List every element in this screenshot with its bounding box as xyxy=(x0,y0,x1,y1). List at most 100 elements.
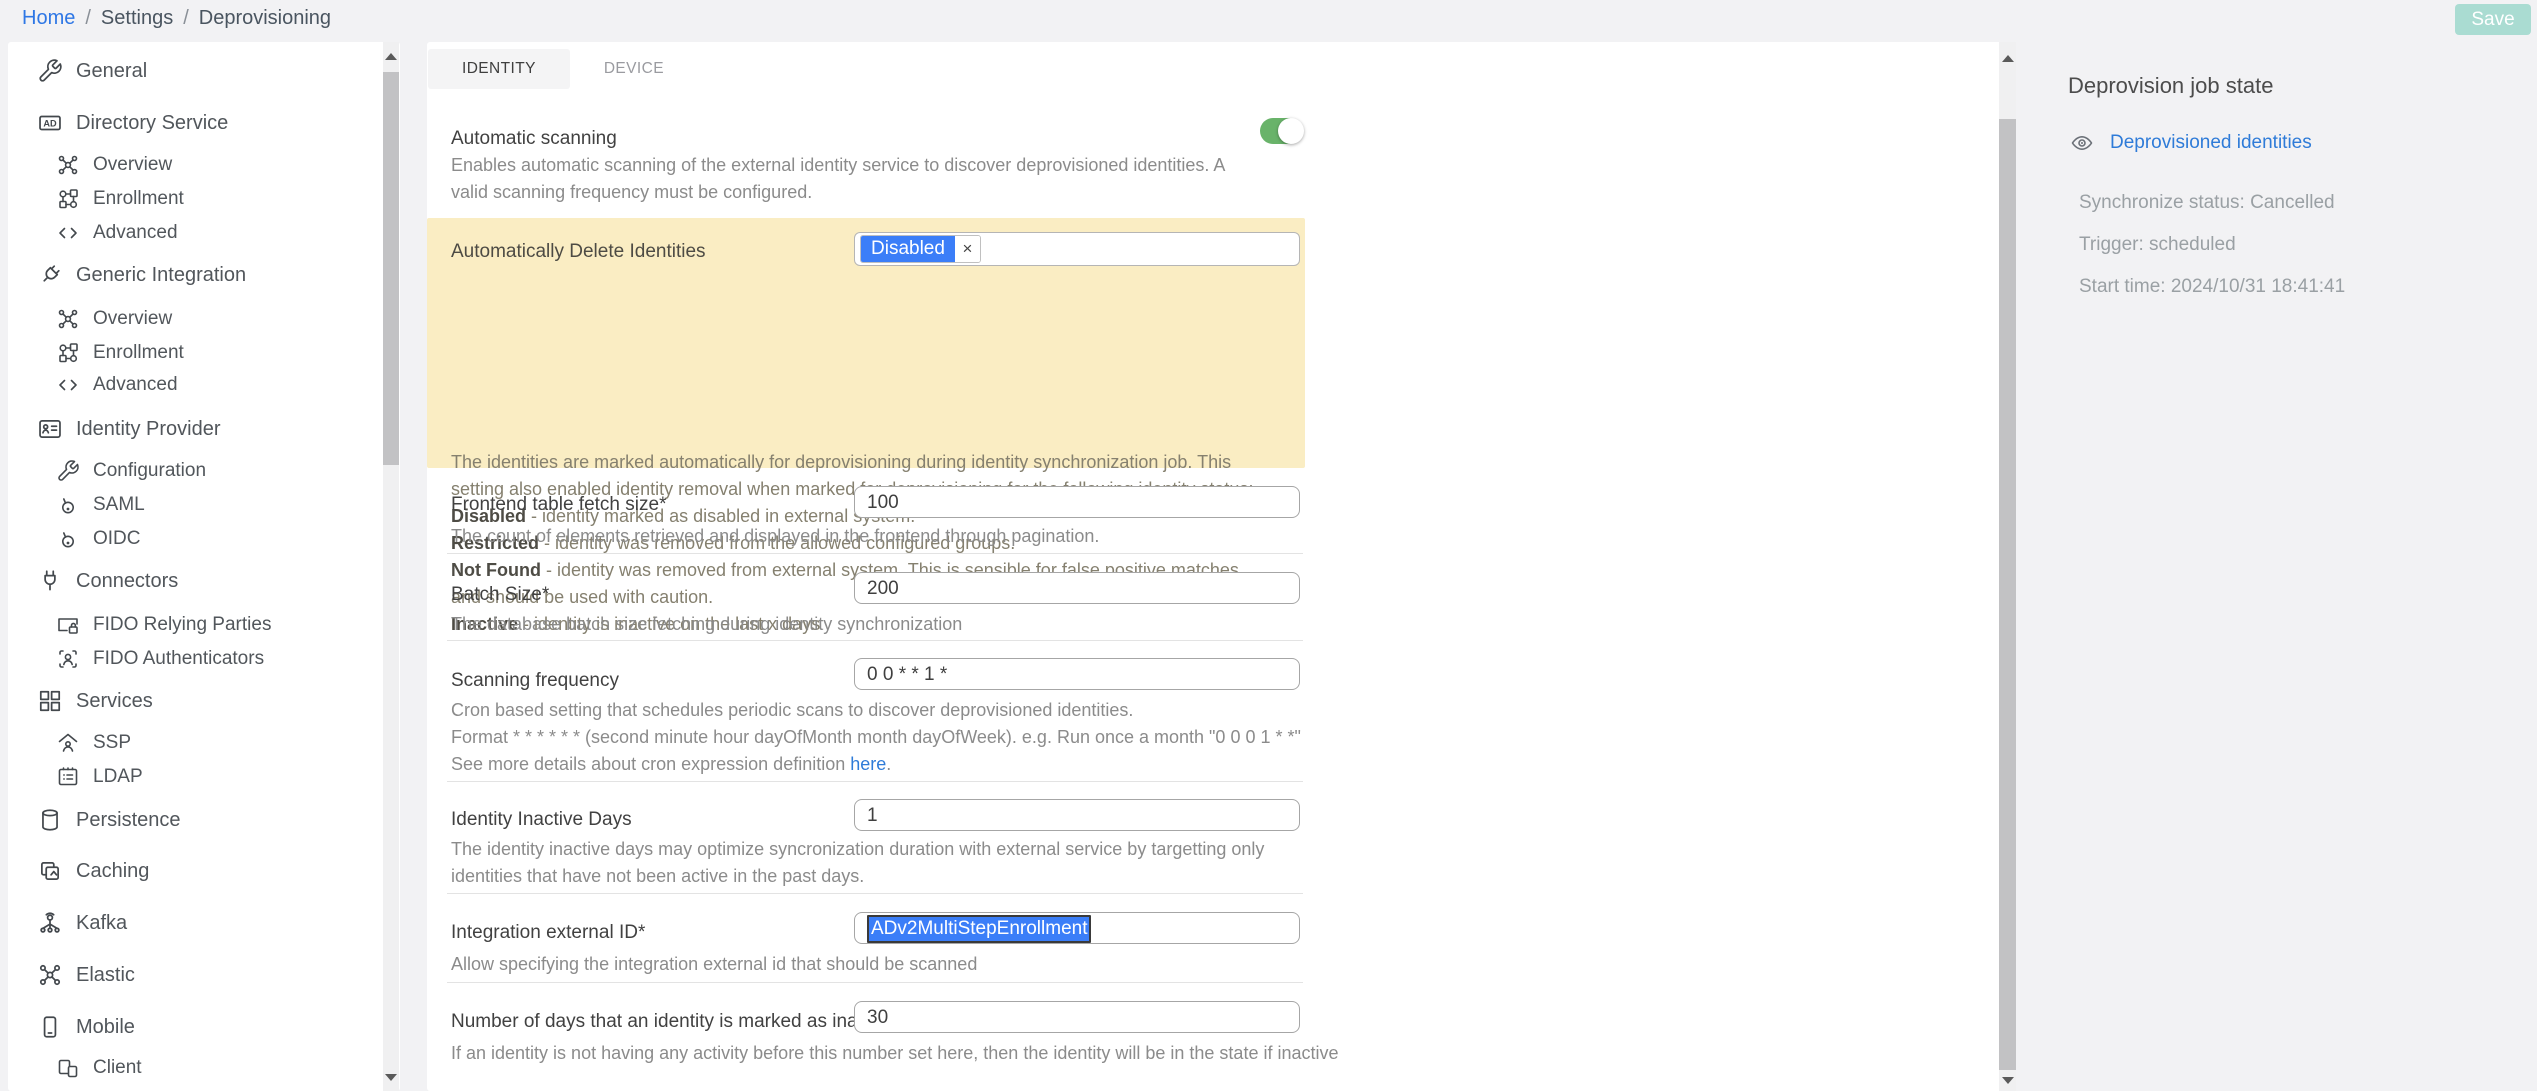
sidebar-item-overview[interactable]: Overview xyxy=(56,305,172,333)
automatic-scanning-toggle[interactable] xyxy=(1260,118,1302,144)
code-icon xyxy=(56,373,80,397)
sidebar-item-saml[interactable]: SAML xyxy=(56,491,145,519)
key-icon xyxy=(56,527,80,551)
sidebar-item-overview[interactable]: Overview xyxy=(56,151,172,179)
main-scroll-down-icon[interactable] xyxy=(1999,1072,2016,1088)
row-divider xyxy=(447,640,1303,641)
sidebar-item-label: Generic Integration xyxy=(76,264,246,287)
sidebar-item-label: Overview xyxy=(93,154,172,176)
selected-option-chip: Disabled × xyxy=(860,235,981,263)
sidebar-scroll-up-icon[interactable] xyxy=(383,48,399,64)
address-book-icon xyxy=(56,765,80,789)
wrench-icon xyxy=(37,58,63,84)
wrench-icon xyxy=(56,459,80,483)
breadcrumb-separator: / xyxy=(183,7,189,29)
sidebar-item-identity-provider[interactable]: Identity Provider xyxy=(37,415,221,443)
sidebar-item-label: Advanced xyxy=(93,374,178,396)
chip-label: Disabled xyxy=(861,236,955,262)
sidebar-item-advanced[interactable]: Advanced xyxy=(56,371,178,399)
sidebar-item-advanced[interactable]: Advanced xyxy=(56,219,178,247)
sidebar-scroll-down-icon[interactable] xyxy=(383,1069,399,1085)
sidebar-item-elastic[interactable]: Elastic xyxy=(37,961,135,989)
sidebar-scrollbar-thumb[interactable] xyxy=(383,72,399,465)
sidebar-item-label: FIDO Relying Parties xyxy=(93,614,271,636)
number-of-days-that-an-identity-is-marked-as-inactive-description: If an identity is not having any activit… xyxy=(451,1040,1451,1067)
number-of-days-that-an-identity-is-marked-as-inactive-input[interactable]: 30 xyxy=(854,1001,1300,1033)
sidebar-item-ssp[interactable]: SSP xyxy=(56,729,131,757)
automatic-scanning-description: Enables automatic scanning of the extern… xyxy=(451,152,1251,206)
sidebar-item-directory-service[interactable]: ADDirectory Service xyxy=(37,109,228,137)
code-icon xyxy=(56,221,80,245)
main-scroll-up-icon[interactable] xyxy=(1999,50,2016,66)
tab-device[interactable]: DEVICE xyxy=(570,49,698,89)
sidebar-item-fido-relying-parties[interactable]: FIDO Relying Parties xyxy=(56,611,271,639)
deprovisioned-identities-link[interactable]: Deprovisioned identities xyxy=(2110,132,2312,154)
sidebar-item-kafka[interactable]: Kafka xyxy=(37,909,127,937)
sidebar-item-enrollment[interactable]: Enrollment xyxy=(56,339,184,367)
kafka-icon xyxy=(37,910,63,936)
identity-inactive-days-input[interactable]: 1 xyxy=(854,799,1300,831)
sidebar-item-mobile[interactable]: Mobile xyxy=(37,1013,135,1041)
sidebar-item-oidc[interactable]: OIDC xyxy=(56,525,141,553)
sidebar-item-general[interactable]: General xyxy=(37,57,147,85)
home-user-icon xyxy=(56,731,80,755)
save-button[interactable]: Save xyxy=(2455,4,2531,35)
auto-delete-multiselect-input[interactable]: Disabled × xyxy=(854,232,1300,266)
sidebar-item-label: Advanced xyxy=(93,222,178,244)
batch-size-description: The database batch size fetching during … xyxy=(451,611,1351,638)
svg-text:AD: AD xyxy=(43,119,57,129)
scanning-frequency-description-line: See more details about cron expression d… xyxy=(451,751,891,778)
sidebar-item-label: LDAP xyxy=(93,766,143,788)
frontend-table-fetch-size-input[interactable]: 100 xyxy=(854,486,1300,518)
sidebar-item-label: Elastic xyxy=(76,964,135,987)
job-status-line: Start time: 2024/10/31 18:41:41 xyxy=(2079,276,2345,298)
main-scrollbar-track[interactable] xyxy=(1999,42,2016,1091)
sidebar-item-configuration[interactable]: Configuration xyxy=(56,457,206,485)
scanning-frequency-description-line: Cron based setting that schedules period… xyxy=(451,697,1133,724)
sidebar-item-fido-authenticators[interactable]: FIDO Authenticators xyxy=(56,645,264,673)
main-scrollbar-thumb[interactable] xyxy=(1999,119,2016,1070)
sidebar-item-label: FIDO Authenticators xyxy=(93,648,264,670)
row-divider xyxy=(447,893,1303,894)
breadcrumb-item-deprovisioning: Deprovisioning xyxy=(199,7,331,29)
sidebar-item-persistence[interactable]: Persistence xyxy=(37,806,181,834)
sidebar-item-generic-integration[interactable]: Generic Integration xyxy=(37,261,246,289)
devices-icon xyxy=(56,1056,80,1080)
sidebar-item-connectors[interactable]: Connectors xyxy=(37,567,178,595)
settings-panel: IDENTITYDEVICE Automatic scanning Enable… xyxy=(427,42,2016,1091)
integration-external-id-label: Integration external ID* xyxy=(451,922,645,944)
toggle-knob-icon xyxy=(1278,118,1304,144)
frontend-table-fetch-size-description: The count of elements retrieved and disp… xyxy=(451,523,1351,550)
job-status-line: Trigger: scheduled xyxy=(2079,234,2236,256)
sidebar-item-caching[interactable]: Caching xyxy=(37,857,149,885)
sidebar-item-label: Identity Provider xyxy=(76,418,221,441)
identity-inactive-days-description: The identity inactive days may optimize … xyxy=(451,836,1281,890)
integration-external-id-input[interactable]: ADv2MultiStepEnrollment xyxy=(854,912,1300,944)
batch-size-input[interactable]: 200 xyxy=(854,572,1300,604)
tab-identity[interactable]: IDENTITY xyxy=(428,49,570,89)
sidebar-item-ldap[interactable]: LDAP xyxy=(56,763,143,791)
sidebar-item-label: Connectors xyxy=(76,570,178,593)
breadcrumb-item-home[interactable]: Home xyxy=(22,7,75,29)
sidebar-scrollbar-track[interactable] xyxy=(383,42,399,1091)
plug-diagonal-icon xyxy=(37,262,63,288)
sidebar-item-services[interactable]: Services xyxy=(37,687,153,715)
sidebar-item-client[interactable]: Client xyxy=(56,1054,142,1082)
auto-delete-label: Automatically Delete Identities xyxy=(451,241,706,263)
sidebar-item-enrollment[interactable]: Enrollment xyxy=(56,185,184,213)
sidebar-item-label: Mobile xyxy=(76,1016,135,1039)
sidebar-item-label: Enrollment xyxy=(93,342,184,364)
sidebar-item-label: Configuration xyxy=(93,460,206,482)
cron-definition-link[interactable]: here xyxy=(850,754,886,774)
nodes-icon xyxy=(56,153,80,177)
sidebar-item-label: General xyxy=(76,60,147,83)
job-state-title: Deprovision job state xyxy=(2068,73,2273,99)
chip-remove-icon[interactable]: × xyxy=(955,236,980,262)
deprovisioned-identities-row[interactable]: Deprovisioned identities xyxy=(2070,131,2312,155)
scanning-frequency-input[interactable]: 0 0 * * 1 * xyxy=(854,658,1300,690)
breadcrumb-item-settings[interactable]: Settings xyxy=(101,7,173,29)
tab-bar: IDENTITYDEVICE xyxy=(428,49,698,89)
cache-icon xyxy=(37,858,63,884)
key-icon xyxy=(56,493,80,517)
scanning-frequency-label: Scanning frequency xyxy=(451,670,619,692)
